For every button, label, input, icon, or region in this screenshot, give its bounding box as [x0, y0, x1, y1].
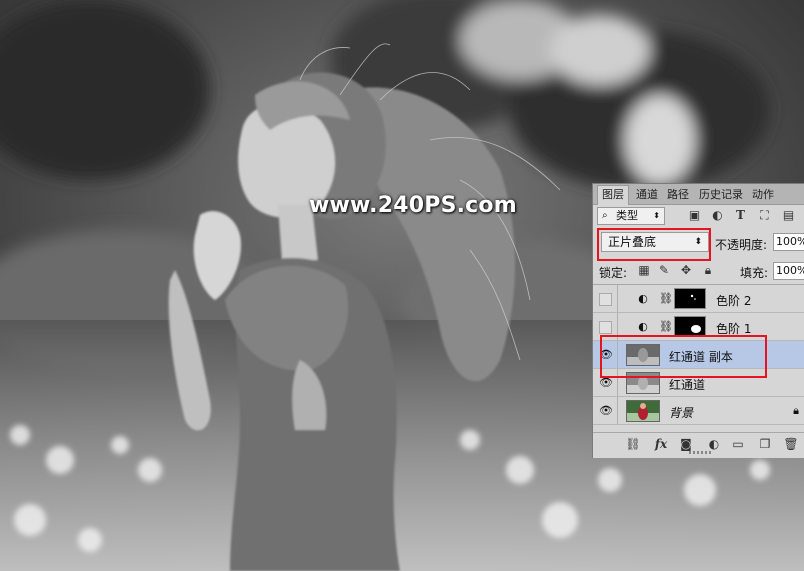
layers-panel: 图层 通道 路径 历史记录 动作 ⌕ 类型 ⬍ ▣ ◐ T ⛶ ▤ 正片叠底 ⬍…	[592, 183, 804, 458]
tab-history[interactable]: 历史记录	[696, 186, 746, 203]
watermark-text: www.240PS.com	[309, 193, 517, 218]
new-adjustment-icon[interactable]: ◐	[706, 436, 722, 452]
lock-position-icon[interactable]: ✥	[679, 263, 693, 277]
fill-field[interactable]: 100%	[773, 262, 804, 280]
layer-name: 背景	[669, 406, 694, 420]
divider	[617, 397, 618, 424]
highlight-box-selected-layer	[600, 335, 767, 378]
layer-name: 红通道	[669, 378, 706, 392]
image-filter-icon[interactable]: ▣	[687, 208, 702, 223]
layer-name: 色阶 2	[716, 294, 752, 308]
lock-transparent-icon[interactable]: ▦	[637, 263, 651, 277]
fx-icon[interactable]: fx	[653, 436, 669, 452]
tab-channels[interactable]: 通道	[633, 186, 661, 203]
highlight-box-blend-mode	[597, 228, 711, 261]
filter-row: ⌕ 类型 ⬍ ▣ ◐ T ⛶ ▤	[593, 205, 804, 229]
layer-row[interactable]: 👁︎ 背景 🔒︎	[593, 397, 804, 425]
lock-icon: 🔒︎	[793, 404, 799, 417]
shape-filter-icon[interactable]: ⛶	[757, 208, 772, 223]
smart-object-filter-icon[interactable]: ▤	[781, 208, 796, 223]
panel-resize-grip[interactable]	[689, 451, 711, 454]
tab-layers[interactable]: 图层	[597, 185, 629, 205]
adjustment-filter-icon[interactable]: ◐	[710, 208, 725, 223]
layer-thumbnail[interactable]	[626, 400, 660, 422]
type-filter-icon[interactable]: T	[733, 208, 748, 223]
chain-link-icon[interactable]: ⛓	[659, 320, 673, 334]
fill-label: 填充:	[740, 266, 769, 280]
lock-row: 锁定: ▦ ✎ ✥ 🔒︎ 填充: 100%	[593, 258, 804, 285]
layer-kind-filter[interactable]: ⌕ 类型 ⬍	[597, 207, 665, 225]
opacity-field[interactable]: 100%	[773, 233, 804, 251]
lock-all-icon[interactable]: 🔒︎	[701, 263, 715, 277]
tab-actions[interactable]: 动作	[749, 186, 777, 203]
panel-tab-bar: 图层 通道 路径 历史记录 动作	[593, 184, 804, 205]
lock-label: 锁定:	[599, 266, 628, 280]
search-icon: ⌕	[602, 210, 608, 221]
delete-layer-icon[interactable]: 🗑︎	[783, 436, 799, 452]
add-mask-icon[interactable]: ◙	[678, 436, 694, 452]
layer-mask-thumbnail[interactable]	[674, 288, 706, 309]
link-layers-icon[interactable]: ⛓	[625, 436, 641, 452]
eye-icon[interactable]: 👁︎	[599, 404, 613, 417]
visibility-toggle-off[interactable]	[599, 293, 612, 306]
lock-paint-icon[interactable]: ✎	[657, 263, 671, 277]
visibility-toggle-off[interactable]	[599, 321, 612, 334]
tab-paths[interactable]: 路径	[664, 186, 692, 203]
opacity-label: 不透明度:	[715, 238, 768, 252]
kind-filter-label: 类型	[616, 209, 638, 222]
new-layer-icon[interactable]: ❐	[757, 436, 773, 452]
new-group-icon[interactable]: ▭	[730, 436, 746, 452]
levels-adjustment-icon: ◐	[638, 320, 648, 333]
layers-bottom-toolbar: ⛓ fx ◙ ◐ ▭ ❐ 🗑︎	[593, 432, 804, 455]
chevron-updown-icon: ⬍	[653, 211, 660, 220]
layer-mask-thumbnail[interactable]	[674, 316, 706, 337]
divider	[617, 285, 618, 312]
chain-link-icon[interactable]: ⛓	[659, 292, 673, 306]
levels-adjustment-icon: ◐	[638, 292, 648, 305]
layer-row[interactable]: ◐ ⛓ 色阶 2	[593, 285, 804, 313]
